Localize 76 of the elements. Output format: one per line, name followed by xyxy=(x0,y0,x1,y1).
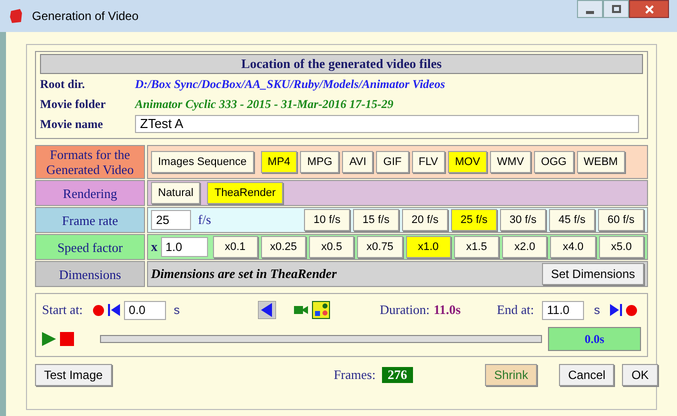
end-field[interactable]: 11.0 xyxy=(542,300,584,320)
option-button[interactable]: 45 f/s xyxy=(549,209,595,231)
close-icon xyxy=(644,4,654,14)
duration-value: 11.0s xyxy=(434,301,462,320)
option-button[interactable]: 60 f/s xyxy=(598,209,644,231)
ok-button[interactable]: OK xyxy=(622,364,658,386)
option-button[interactable]: x5.0 xyxy=(598,236,644,258)
frames-count: 276 xyxy=(382,367,414,383)
play-icon[interactable] xyxy=(42,332,56,346)
option-button[interactable]: 25 f/s xyxy=(451,209,497,231)
option-button[interactable]: x1.0 xyxy=(406,236,451,258)
unit-label: f/s xyxy=(198,211,212,230)
progress-track[interactable] xyxy=(100,335,542,343)
field-label: Movie folder xyxy=(40,96,107,113)
option-button[interactable]: 20 f/s xyxy=(402,209,448,231)
field-label: Movie name xyxy=(40,116,104,133)
start-label: Start at: xyxy=(42,301,83,320)
maximize-button[interactable] xyxy=(603,0,629,18)
option-button[interactable]: x0.25 xyxy=(260,236,306,258)
row-label: Rendering xyxy=(35,180,145,206)
frames-label: Frames: xyxy=(334,366,376,384)
option-button[interactable]: x0.1 xyxy=(212,236,258,258)
option-button[interactable]: Images Sequence xyxy=(151,151,254,173)
record-icon[interactable] xyxy=(92,304,104,316)
row-label: Formats for the Generated Video xyxy=(35,145,145,179)
time-display: 0.0s xyxy=(548,327,641,351)
option-button[interactable]: x1.5 xyxy=(454,236,500,258)
row-label: Dimensions xyxy=(35,261,145,287)
app-logo-icon xyxy=(8,8,24,24)
option-button[interactable]: OGG xyxy=(534,151,574,173)
option-button[interactable]: WMV xyxy=(490,151,531,173)
dimensions-note: Dimensions are set in TheaRender xyxy=(151,265,338,284)
option-button[interactable]: MOV xyxy=(448,151,488,173)
root-path: D:/Box Sync/DocBox/AA_SKU/Ruby/Models/Animator Videos xyxy=(135,76,446,93)
option-button[interactable]: 10 f/s xyxy=(304,209,350,231)
end-unit: s xyxy=(594,302,600,319)
start-field[interactable]: 0.0 xyxy=(124,300,166,320)
shrink-button[interactable]: Shrink xyxy=(485,364,538,386)
option-button[interactable]: WEBM xyxy=(576,151,625,173)
option-button[interactable]: x0.75 xyxy=(357,236,403,258)
row-label: Frame rate xyxy=(35,207,145,233)
option-button[interactable]: 30 f/s xyxy=(500,209,546,231)
section-header: Location of the generated video files xyxy=(40,54,643,74)
skip-end-icon[interactable] xyxy=(610,304,622,316)
movie-name-field[interactable]: ZTest A xyxy=(135,115,639,133)
row-label: Speed factor xyxy=(35,234,145,260)
close-button[interactable] xyxy=(629,0,669,18)
duration-label: Duration: xyxy=(380,301,430,320)
option-button[interactable]: x2.0 xyxy=(502,236,548,258)
option-button[interactable]: x4.0 xyxy=(550,236,596,258)
option-button[interactable]: 15 f/s xyxy=(353,209,399,231)
speed-field[interactable]: 1.0 xyxy=(160,237,208,257)
camera-icon[interactable] xyxy=(294,305,308,315)
minimize-button[interactable] xyxy=(577,0,603,18)
field-label: Root dir. xyxy=(40,76,86,93)
folder-name: Animator Cyclic 333 - 2015 - 31-Mar-2016 17-15-29 xyxy=(135,96,394,113)
option-button[interactable]: GIF xyxy=(376,151,409,173)
option-button[interactable]: MP4 xyxy=(260,151,298,173)
start-unit: s xyxy=(174,302,181,319)
option-button[interactable]: AVI xyxy=(342,151,374,173)
option-button[interactable]: FLV xyxy=(412,151,445,173)
layout-icon[interactable] xyxy=(312,301,330,319)
option-button[interactable]: Natural xyxy=(151,182,200,204)
cancel-button[interactable]: Cancel xyxy=(559,364,614,386)
window-title: Generation of Video xyxy=(32,8,140,25)
back-triangle-icon[interactable] xyxy=(258,301,276,319)
option-button[interactable]: x0.5 xyxy=(309,236,354,258)
end-label: End at: xyxy=(496,301,534,320)
skip-start-icon[interactable] xyxy=(108,304,120,316)
record-icon[interactable] xyxy=(626,304,637,316)
option-button[interactable]: TheaRender xyxy=(207,182,283,204)
frame-rate-field[interactable]: 25 xyxy=(151,210,191,230)
speed-prefix: x xyxy=(151,238,158,256)
set-dimensions-button[interactable]: Set Dimensions xyxy=(542,263,644,285)
test-image-button[interactable]: Test Image xyxy=(35,364,112,386)
option-button[interactable]: MPG xyxy=(300,151,340,173)
